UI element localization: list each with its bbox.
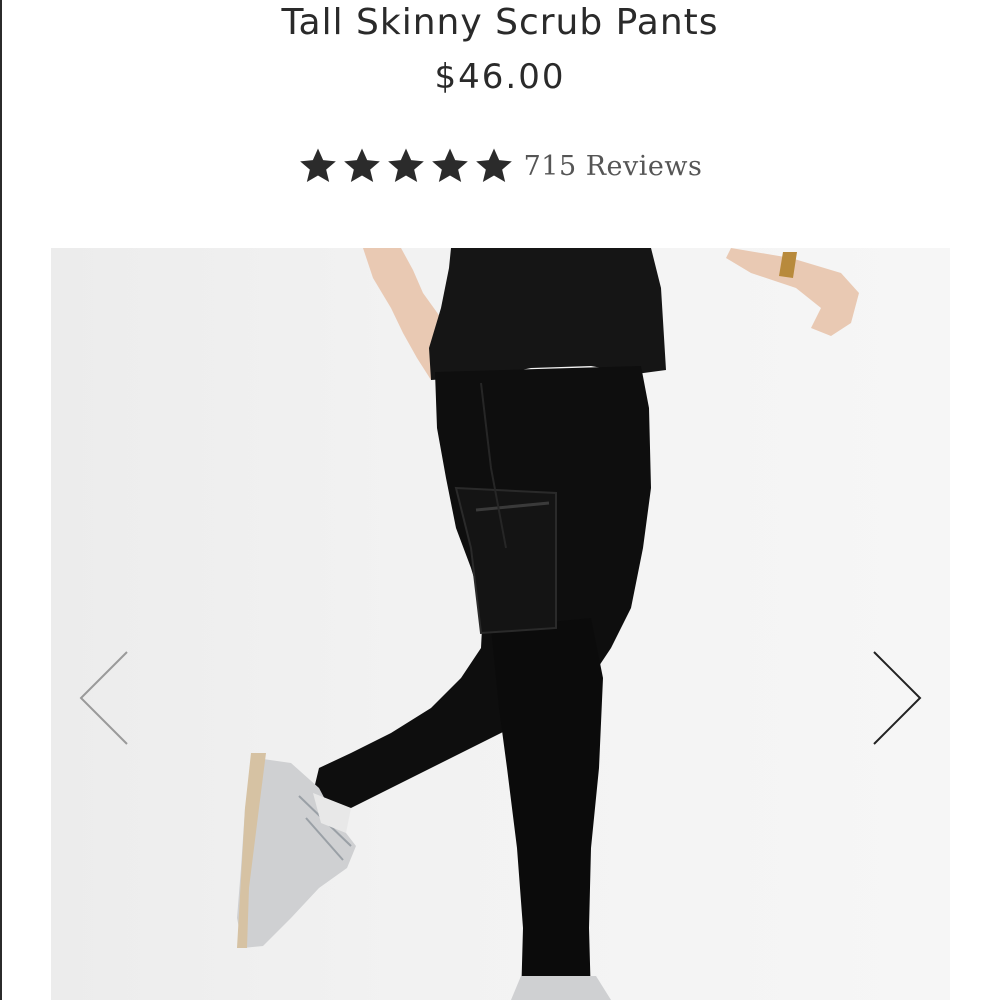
star-icon <box>474 146 514 186</box>
product-title: Tall Skinny Scrub Pants <box>281 2 719 43</box>
chevron-right-icon <box>873 651 922 745</box>
product-price: $46.00 <box>434 57 566 97</box>
star-icon <box>342 146 382 186</box>
star-rating[interactable] <box>298 146 514 186</box>
reviews-link[interactable]: 715 Reviews <box>524 151 703 182</box>
next-image-button[interactable] <box>868 648 928 748</box>
star-icon <box>386 146 426 186</box>
star-icon <box>298 146 338 186</box>
chevron-left-icon <box>79 651 128 745</box>
product-image-gallery[interactable] <box>51 248 950 1000</box>
star-icon <box>430 146 470 186</box>
previous-image-button[interactable] <box>75 648 135 748</box>
product-photo <box>237 248 859 1000</box>
rating-row: 715 Reviews <box>0 142 1000 190</box>
product-page: Tall Skinny Scrub Pants $46.00 715 Revie… <box>0 0 1000 1000</box>
